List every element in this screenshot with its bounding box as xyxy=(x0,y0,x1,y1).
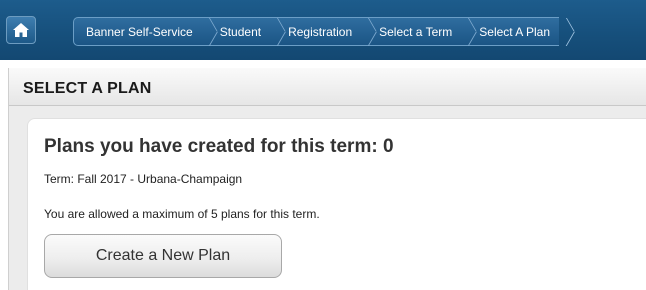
breadcrumb-label: Select A Plan xyxy=(479,24,550,39)
section-header: SELECT A PLAN xyxy=(9,68,646,106)
max-plans-notice: You are allowed a maximum of 5 plans for… xyxy=(44,207,320,221)
page-content: SELECT A PLAN Plans you have created for… xyxy=(8,68,646,290)
breadcrumb: Banner Self-Service Student Registration… xyxy=(73,17,646,46)
home-button[interactable] xyxy=(6,16,36,44)
breadcrumb-label: Select a Term xyxy=(379,24,453,39)
breadcrumb-label: Student xyxy=(219,24,262,39)
breadcrumb-label: Banner Self-Service xyxy=(86,24,193,39)
breadcrumb-banner-self-service[interactable]: Banner Self-Service xyxy=(73,17,202,46)
top-nav-bar: Banner Self-Service Student Registration… xyxy=(0,0,646,60)
breadcrumb-label: Registration xyxy=(288,24,353,39)
term-label: Term: Fall 2017 - Urbana-Champaign xyxy=(44,172,243,186)
plans-card: Plans you have created for this term: 0 … xyxy=(27,118,646,290)
page-title: SELECT A PLAN xyxy=(23,80,152,97)
create-new-plan-button[interactable]: Create a New Plan xyxy=(44,234,282,278)
home-icon xyxy=(13,23,29,37)
plans-count-heading: Plans you have created for this term: 0 xyxy=(44,136,394,157)
